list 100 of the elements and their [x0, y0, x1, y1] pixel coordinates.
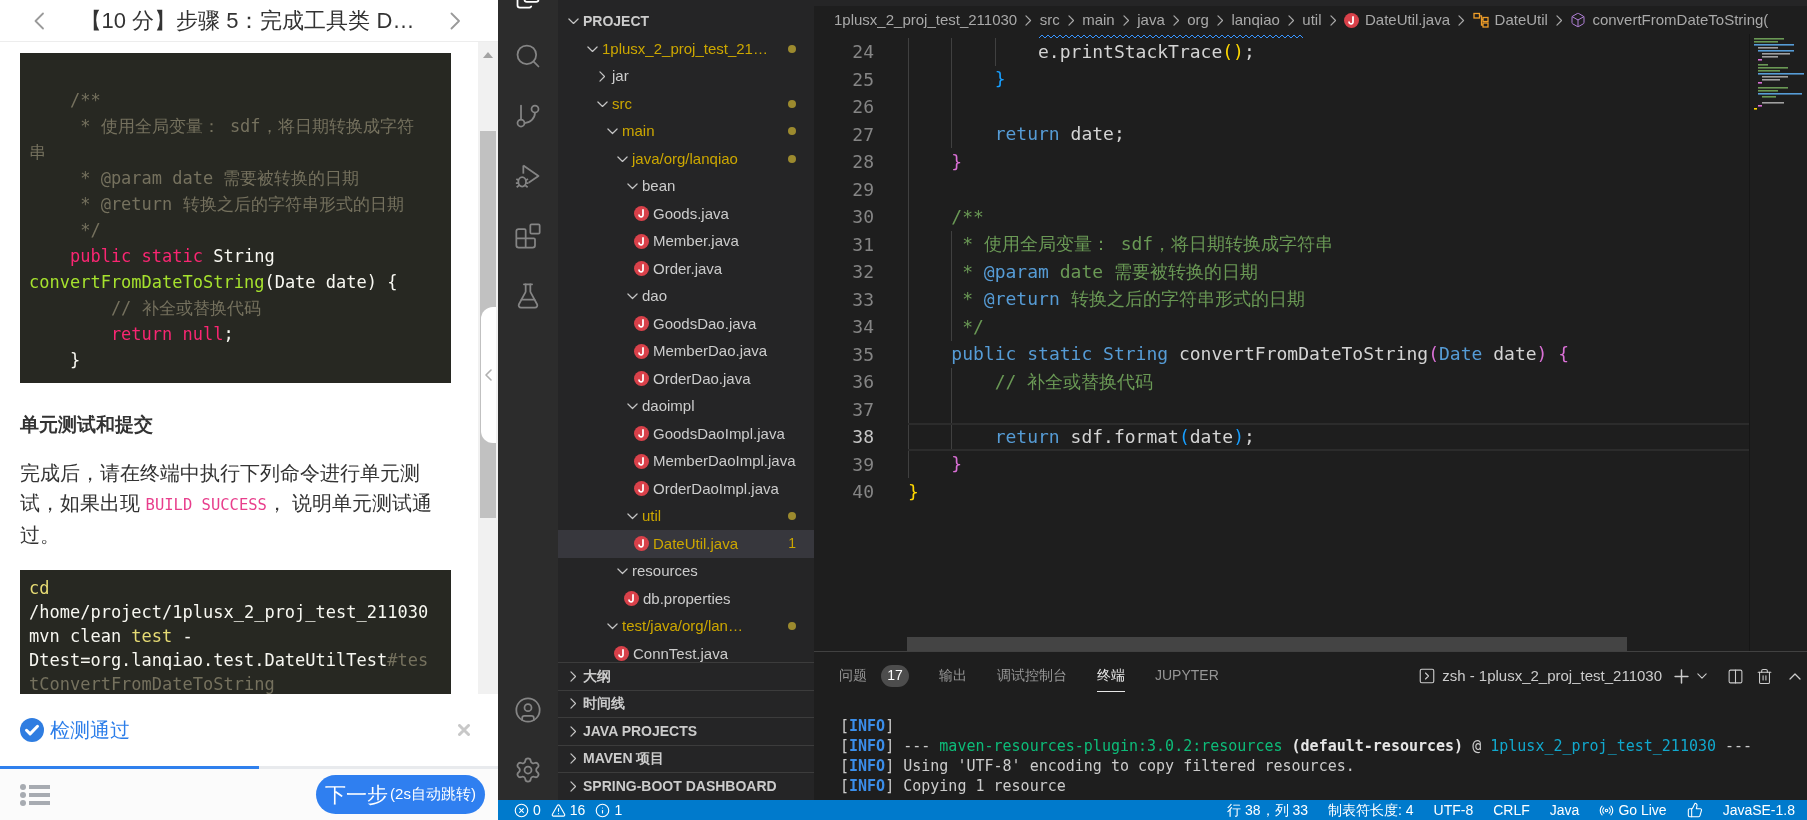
- breadcrumb-item[interactable]: java: [1137, 8, 1165, 32]
- section-header[interactable]: 时间线: [558, 689, 814, 717]
- scrollbar-thumb[interactable]: [480, 131, 496, 518]
- status-item[interactable]: CRLF: [1493, 799, 1530, 820]
- status-item[interactable]: 行 38，列 33: [1227, 799, 1308, 820]
- file-row[interactable]: OrderDao.java: [558, 365, 814, 393]
- folder-row[interactable]: main: [558, 117, 814, 145]
- breadcrumb-item[interactable]: lanqiao: [1231, 8, 1280, 32]
- chevron-right-icon: [1122, 14, 1130, 26]
- chevron-right-icon: [1172, 14, 1180, 26]
- split-icon[interactable]: [1727, 667, 1744, 685]
- go-live-button[interactable]: Go Live: [1599, 799, 1667, 820]
- code-line: cd: [29, 577, 50, 600]
- breadcrumb-item[interactable]: src: [1039, 8, 1060, 32]
- folder-row[interactable]: bean: [558, 172, 814, 200]
- search-icon[interactable]: [514, 42, 542, 70]
- file-row[interactable]: ConnTest.java: [558, 640, 814, 662]
- scroll-up-arrow-icon[interactable]: [483, 52, 493, 58]
- code-line: }: [994, 67, 1006, 92]
- folder-row[interactable]: java/org/lanqiao: [558, 145, 814, 173]
- breadcrumb-item[interactable]: main: [1082, 8, 1115, 32]
- terminal-icon: [1418, 667, 1437, 685]
- breadcrumb-item[interactable]: DateUtil: [1472, 8, 1548, 32]
- code-line: /home/project/1plusx_2_proj_test_211030: [29, 601, 429, 624]
- file-row[interactable]: GoodsDao.java: [558, 310, 814, 338]
- file-row[interactable]: Member.java: [558, 227, 814, 255]
- panel-tab[interactable]: 输出: [939, 660, 967, 692]
- breadcrumb-item[interactable]: convertFromDateToString(: [1570, 8, 1769, 32]
- section-header[interactable]: PROJECT: [558, 7, 814, 35]
- folder-row[interactable]: jar: [558, 62, 814, 90]
- chevron-up-icon[interactable]: [1789, 672, 1801, 680]
- folder-row[interactable]: daoimpl: [558, 392, 814, 420]
- code-line: public static String: [69, 245, 275, 268]
- panel-tab[interactable]: 问题 17: [839, 660, 909, 692]
- folder-row[interactable]: util: [558, 502, 814, 530]
- section-header[interactable]: 大纲: [558, 662, 814, 690]
- breadcrumb-item[interactable]: util: [1302, 8, 1322, 32]
- chevron-right-icon: [1287, 14, 1295, 26]
- panel-tab[interactable]: 终端: [1097, 660, 1125, 692]
- file-row[interactable]: MemberDaoImpl.java: [558, 447, 814, 475]
- problems-button[interactable]: 0 16 1: [514, 799, 629, 820]
- panel-tab[interactable]: JUPYTER: [1155, 660, 1219, 692]
- step-title: 【10 分】步骤 5：完成工具类 D…: [79, 6, 415, 35]
- horizontal-scrollbar-thumb[interactable]: [907, 637, 1627, 651]
- result-message: 检测通过: [50, 718, 130, 743]
- thumbs-up-icon[interactable]: [1686, 802, 1703, 818]
- line-number: 32: [851, 260, 874, 284]
- error-icon: [514, 802, 529, 818]
- file-row[interactable]: DateUtil.java 1: [558, 530, 814, 558]
- trash-icon[interactable]: [1756, 667, 1773, 685]
- status-item[interactable]: Java: [1549, 799, 1580, 820]
- line-number: 30: [851, 205, 874, 229]
- section-heading: 单元测试和提交: [20, 413, 154, 437]
- folder-row[interactable]: dao: [558, 282, 814, 310]
- code-line: public static String convertFromDateToString(Date date) {: [951, 342, 1570, 367]
- file-row[interactable]: MemberDao.java: [558, 337, 814, 365]
- section-header[interactable]: MAVEN 项目: [558, 744, 814, 772]
- blocks-icon[interactable]: [514, 222, 542, 250]
- file-row[interactable]: Goods.java: [558, 200, 814, 228]
- folder-row[interactable]: resources: [558, 557, 814, 585]
- status-item[interactable]: UTF-8: [1433, 799, 1474, 820]
- settings-icon[interactable]: [514, 756, 542, 784]
- breadcrumb-item[interactable]: org: [1187, 8, 1209, 32]
- line-number: 40: [851, 480, 874, 504]
- file-row[interactable]: Order.java: [558, 255, 814, 283]
- file-row[interactable]: GoodsDaoImpl.java: [558, 420, 814, 448]
- branch-icon[interactable]: [514, 102, 542, 130]
- panel-tab[interactable]: 调试控制台: [997, 660, 1067, 692]
- minimap-drawing[interactable]: [1754, 36, 1804, 110]
- code-line: // 补全或替换代码: [110, 297, 261, 320]
- code-line: 串: [29, 141, 46, 164]
- file-row[interactable]: db.properties: [558, 585, 814, 613]
- folder-row[interactable]: src: [558, 90, 814, 118]
- collapse-handle[interactable]: [481, 307, 496, 443]
- chevron-down-icon[interactable]: [1697, 673, 1707, 679]
- breadcrumb-item[interactable]: DateUtil.java: [1344, 8, 1451, 32]
- line-number: 35: [851, 342, 874, 367]
- folder-row[interactable]: 1plusx_2_proj_test_21…: [558, 35, 814, 63]
- status-item[interactable]: JavaSE-1.8: [1722, 799, 1795, 820]
- play-bug-icon[interactable]: [514, 162, 542, 190]
- status-item[interactable]: 制表符长度: 4: [1328, 799, 1414, 820]
- previous-step-icon[interactable]: [34, 11, 45, 30]
- code-line: * @return 转换之后的字符串形式的日期: [80, 193, 404, 216]
- code-line: */: [962, 314, 984, 339]
- next-step-icon[interactable]: [449, 11, 460, 30]
- folder-row[interactable]: test/java/org/lan…: [558, 612, 814, 640]
- warning-icon: [550, 802, 566, 818]
- file-type-icon: [634, 481, 649, 497]
- terminal-selector[interactable]: zsh - 1plusx_2_proj_test_211030: [1418, 664, 1662, 688]
- add-icon[interactable]: [1674, 668, 1689, 684]
- section-header[interactable]: SPRING-BOOT DASHBOARD: [558, 772, 814, 800]
- section-header[interactable]: JAVA PROJECTS: [558, 717, 814, 745]
- list-icon[interactable]: [20, 783, 50, 806]
- file-row[interactable]: OrderDaoImpl.java: [558, 475, 814, 503]
- next-step-button[interactable]: 下一步(2s自动跳转): [316, 775, 485, 814]
- file-type-icon: [634, 343, 649, 359]
- account-icon[interactable]: [514, 696, 542, 724]
- terminal-line: [INFO] --- maven-resources-plugin:3.0.2:resources (default-resources) @ 1plusx_2_proj_test_211030 ---: [840, 736, 1753, 756]
- breadcrumb-item[interactable]: 1plusx_2_proj_test_211030: [834, 8, 1018, 32]
- line-number: 31: [851, 232, 874, 257]
